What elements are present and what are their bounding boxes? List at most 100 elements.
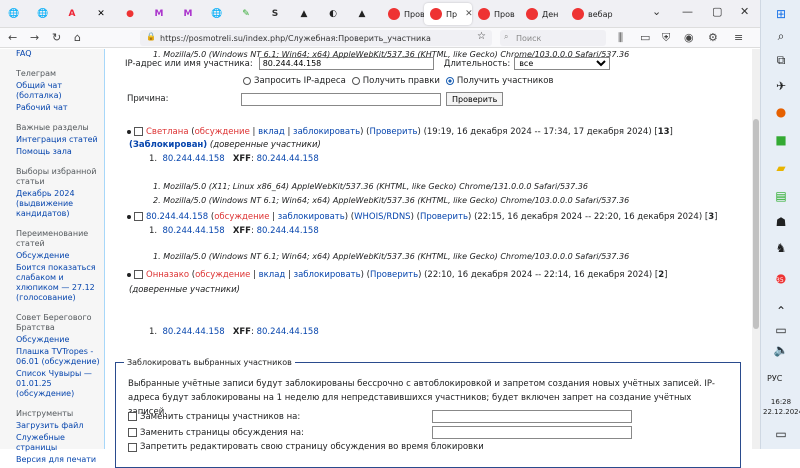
xff-link[interactable]: 80.244.44.158 xyxy=(257,327,319,337)
user-link[interactable]: 80.244.44.158 xyxy=(146,212,208,222)
browser-tab[interactable]: Пр ✕ xyxy=(424,3,472,25)
xff-link[interactable]: 80.244.44.158 xyxy=(257,226,319,236)
opera-icon[interactable]: ● xyxy=(122,6,138,22)
monitor-icon[interactable]: ▭ xyxy=(773,322,789,338)
check-link[interactable]: Проверить xyxy=(370,270,418,280)
browser-tab[interactable]: Пров xyxy=(472,3,520,25)
windows-start-icon[interactable]: ⊞ xyxy=(773,6,789,22)
xff-link[interactable]: 80.244.44.158 xyxy=(257,154,319,164)
task-view-icon[interactable]: ⧉ xyxy=(773,52,789,68)
no-talk-edit-checkbox[interactable] xyxy=(128,442,137,452)
globe-icon[interactable]: 🌐 xyxy=(6,6,22,22)
browser-tab[interactable]: вебар xyxy=(566,3,616,25)
sidebar-link[interactable]: Обсуждение xyxy=(16,335,104,345)
close-window-icon[interactable]: ✕ xyxy=(740,5,749,18)
app-icon[interactable]: ✈ xyxy=(773,78,789,94)
globe-icon[interactable]: 🌐 xyxy=(209,6,225,22)
app-icon[interactable]: ▤ xyxy=(773,188,789,204)
m-letter-icon[interactable]: M xyxy=(151,6,167,22)
contribs-link[interactable]: вклад xyxy=(258,127,285,137)
browser-tab[interactable]: Ден xyxy=(520,3,566,25)
browser-tab[interactable]: Пров xyxy=(382,3,424,25)
sidebar-link[interactable]: Список Чувыры — 01.01.25 (обсуждение) xyxy=(16,369,104,399)
firefox-icon[interactable]: ● xyxy=(773,104,789,120)
talk-link[interactable]: обсуждение xyxy=(214,212,269,222)
triangle-icon[interactable]: ▲ xyxy=(354,6,370,22)
file-explorer-icon[interactable]: ▰ xyxy=(773,160,789,176)
check-button[interactable]: Проверить xyxy=(446,92,504,106)
contribs-link[interactable]: вклад xyxy=(259,270,286,280)
sidebar-link[interactable]: Служебные страницы xyxy=(16,433,104,453)
sidebar-link[interactable]: Декабрь 2024 (выдвижение кандидатов) xyxy=(16,189,104,219)
sidebar-link[interactable]: FAQ xyxy=(16,49,104,59)
sidebar-link[interactable]: Общий чат (болталка) xyxy=(16,81,104,101)
clock[interactable]: 16:28 22.12.2024 xyxy=(763,397,800,417)
a-letter-icon[interactable]: A xyxy=(64,6,80,22)
select-user-checkbox[interactable] xyxy=(134,270,143,279)
sidebar-link[interactable]: Плашка TVTropes - 06.01 (обсуждение) xyxy=(16,347,104,367)
sidebar-link[interactable]: Помощь зала xyxy=(16,147,104,157)
reload-icon[interactable]: ↻ xyxy=(52,31,61,44)
vertical-scrollbar[interactable] xyxy=(752,49,760,449)
triangle-icon[interactable]: ▲ xyxy=(296,6,312,22)
bookmark-star-icon[interactable]: ☆ xyxy=(477,31,486,42)
user-page-replace-input[interactable] xyxy=(432,410,632,423)
app-icon[interactable]: ♞ xyxy=(773,240,789,256)
sidebar-link[interactable]: Загрузить файл xyxy=(16,421,104,431)
sidebar-link[interactable]: Версия для печати xyxy=(16,455,104,465)
radio-get-edits[interactable] xyxy=(351,77,360,85)
chevron-up-icon[interactable]: ⌃ xyxy=(773,303,789,319)
sidebar-toggle-icon[interactable]: ▭ xyxy=(640,31,650,44)
home-icon[interactable]: ⌂ xyxy=(74,31,81,44)
check-link[interactable]: Проверить xyxy=(369,127,417,137)
user-link[interactable]: Светлана xyxy=(146,127,189,137)
talk-link[interactable]: обсуждение xyxy=(195,127,250,137)
search-icon[interactable]: ⌕ xyxy=(773,28,789,44)
notifications-icon[interactable]: ▭ xyxy=(773,426,789,442)
sidebar-link[interactable]: Интеграция статей xyxy=(16,135,104,145)
radio-get-users[interactable] xyxy=(445,77,454,85)
talk-link[interactable]: обсуждение xyxy=(195,270,250,280)
x-icon[interactable]: ✕ xyxy=(93,6,109,22)
lock-icon[interactable]: ✎ xyxy=(238,6,254,22)
app-icon[interactable]: ■ xyxy=(773,132,789,148)
radio-get-ips[interactable] xyxy=(243,77,251,85)
maximize-icon[interactable]: ▢ xyxy=(712,5,722,18)
speaker-icon[interactable]: 🔈 xyxy=(773,342,789,358)
circle-icon[interactable]: ◐ xyxy=(325,6,341,22)
select-user-checkbox[interactable] xyxy=(134,127,143,136)
ip-link[interactable]: 80.244.44.158 xyxy=(163,327,225,337)
s-letter-icon[interactable]: S xyxy=(267,6,283,22)
m-letter-icon[interactable]: M xyxy=(180,6,196,22)
extensions-icon[interactable]: ⚙ xyxy=(708,31,718,44)
block-link[interactable]: заблокировать xyxy=(278,212,345,222)
reason-input[interactable] xyxy=(241,92,441,106)
forward-icon[interactable]: → xyxy=(30,31,39,44)
url-bar[interactable]: 🔒 https://posmotreli.su/index.php/Служеб… xyxy=(140,30,492,46)
sidebar-link[interactable]: Рабочий чат xyxy=(16,103,104,113)
globe-icon[interactable]: 🌐 xyxy=(35,6,51,22)
replace-user-pages-checkbox[interactable] xyxy=(128,412,137,421)
select-user-checkbox[interactable] xyxy=(134,212,143,221)
block-link[interactable]: заблокировать xyxy=(294,270,361,280)
keyboard-language[interactable]: РУС xyxy=(767,374,782,383)
minimize-icon[interactable]: — xyxy=(682,5,693,18)
close-tab-icon[interactable]: ✕ xyxy=(465,9,472,19)
sidebar-link[interactable]: Боится показаться слабаком и хлюпиком — … xyxy=(16,263,104,303)
sidebar-link[interactable]: Обсуждение xyxy=(16,251,104,261)
ip-link[interactable]: 80.244.44.158 xyxy=(163,226,225,236)
yandex-icon[interactable]: ● 35 xyxy=(773,270,789,286)
back-icon[interactable]: ← xyxy=(8,31,17,44)
library-icon[interactable]: ⫼ xyxy=(618,31,623,45)
tab-list-icon[interactable]: ⌄ xyxy=(652,5,661,18)
block-link[interactable]: заблокировать xyxy=(293,127,360,137)
user-link[interactable]: Онназако xyxy=(146,270,189,280)
account-icon[interactable]: ◉ xyxy=(684,31,694,44)
replace-talk-pages-checkbox[interactable] xyxy=(128,428,137,437)
check-link[interactable]: Проверить xyxy=(420,212,468,222)
talk-page-replace-input[interactable] xyxy=(432,426,632,439)
ip-link[interactable]: 80.244.44.158 xyxy=(163,154,225,164)
menu-icon[interactable]: ≡ xyxy=(734,31,743,44)
search-input[interactable]: ⌕ Поиск xyxy=(500,30,606,46)
app-icon[interactable]: ☗ xyxy=(773,214,789,230)
